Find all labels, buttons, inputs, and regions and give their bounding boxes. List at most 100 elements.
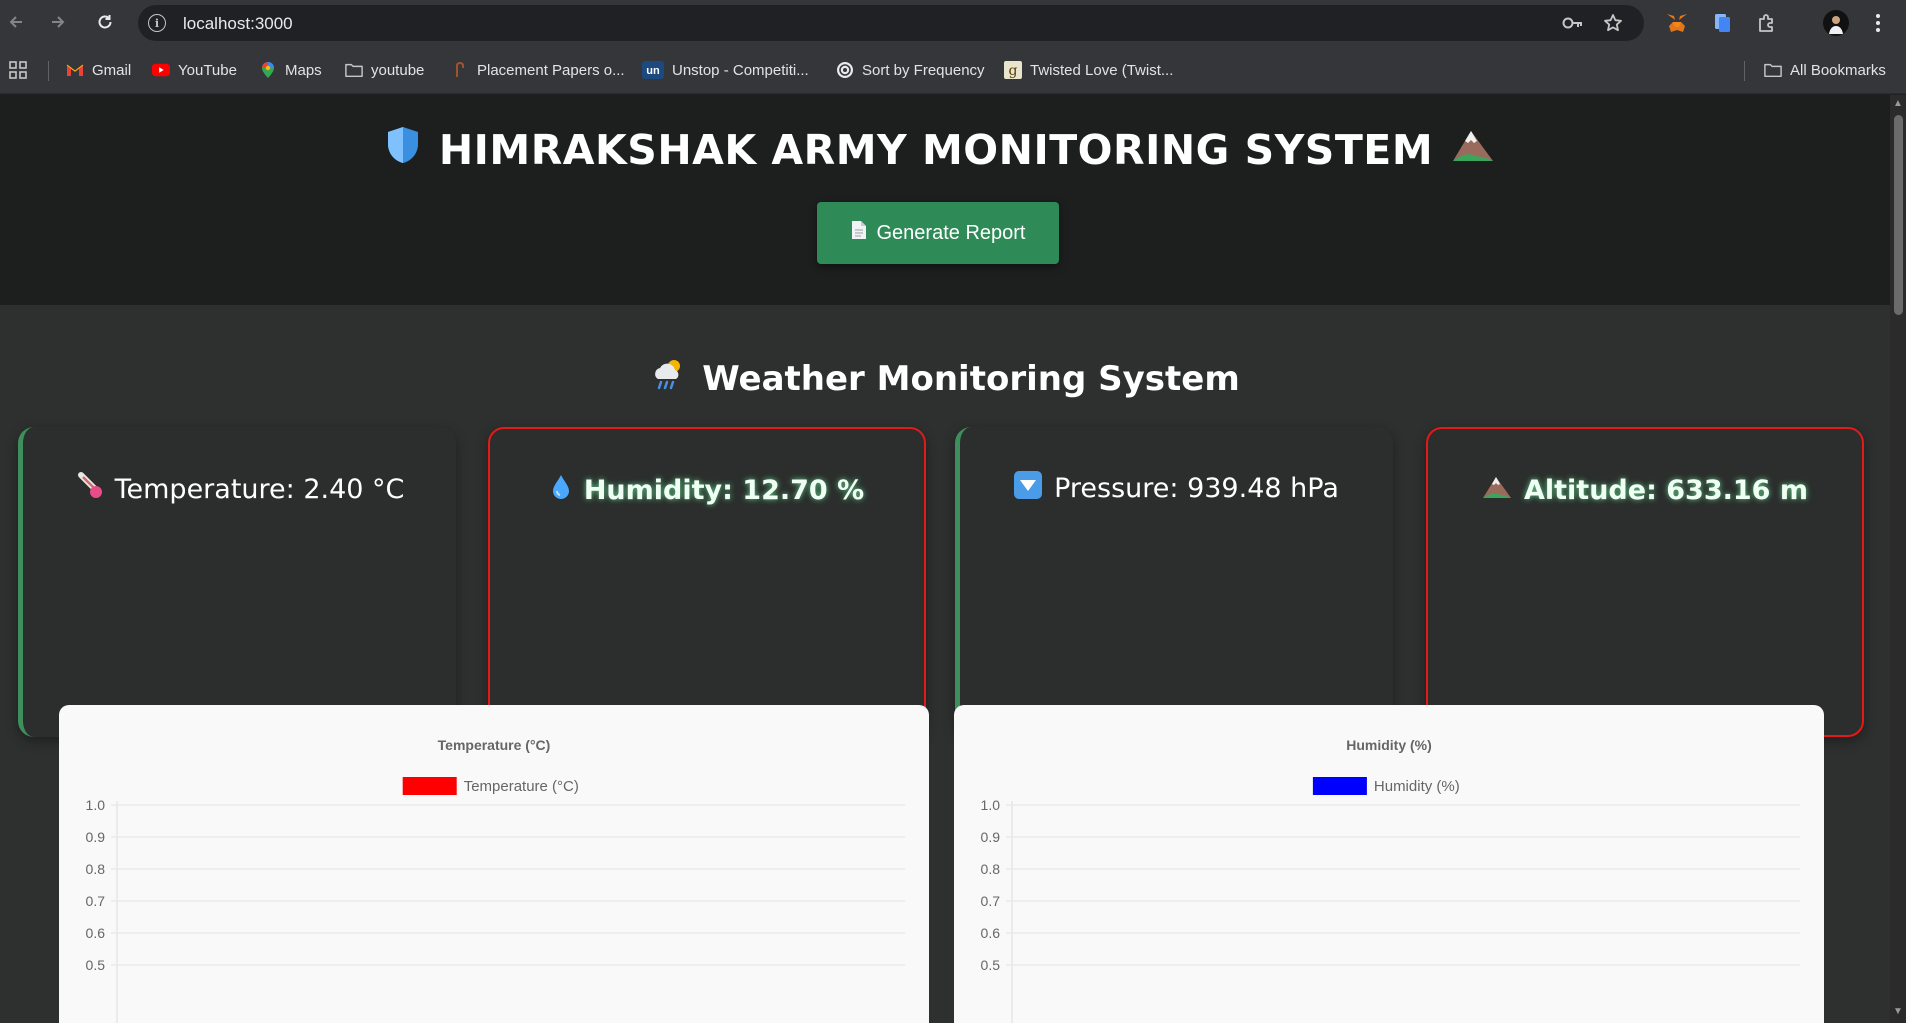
- droplet-icon: [550, 473, 572, 508]
- humidity-chart-svg: Humidity (%) Humidity (%) 1.0 0.9 0.8 0.7 0.6 0…: [981, 737, 1800, 1023]
- chart-title: Humidity (%): [1346, 737, 1432, 753]
- browser-menu-icon[interactable]: [1866, 11, 1890, 35]
- bookmark-twisted-love[interactable]: g Twisted Love (Twist...: [1004, 59, 1173, 81]
- bookmark-unstop[interactable]: un Unstop - Competiti...: [642, 59, 809, 81]
- forward-button[interactable]: [44, 8, 72, 36]
- bookmarks-divider: [1744, 61, 1745, 81]
- chart-title: Temperature (°C): [438, 737, 551, 753]
- section-title: Weather Monitoring System: [0, 357, 1890, 400]
- bookmark-star-icon[interactable]: [1602, 12, 1624, 34]
- legend-swatch: [1312, 777, 1367, 795]
- page-title-text: HIMRAKSHAK ARMY MONITORING SYSTEM: [438, 126, 1434, 174]
- unstop-icon: un: [642, 61, 664, 79]
- bookmark-sort-by-frequency[interactable]: Sort by Frequency: [836, 59, 985, 81]
- bookmarks-bar: Gmail YouTube Maps youtube Placement Pap…: [0, 46, 1906, 94]
- temperature-value: Temperature: 2.40 °C: [114, 474, 405, 505]
- humidity-value: Humidity: 12.70 %: [583, 475, 865, 506]
- pressure-reading: Pressure: 939.48 hPa: [960, 471, 1393, 506]
- altitude-reading: Altitude: 633.16 m: [1428, 473, 1862, 508]
- bookmark-label: Maps: [285, 61, 322, 79]
- humidity-chart: Humidity (%) Humidity (%) 1.0 0.9 0.8 0.7 0.6 0…: [954, 705, 1824, 1023]
- url-text[interactable]: localhost:3000: [183, 14, 293, 34]
- metamask-fox-icon[interactable]: [1665, 11, 1689, 35]
- bookmark-folder-youtube[interactable]: youtube: [345, 59, 424, 81]
- weather-section: Weather Monitoring System Temperature: 2…: [0, 305, 1890, 1023]
- back-button[interactable]: [2, 8, 30, 36]
- folder-icon: [1764, 61, 1782, 79]
- bookmark-label: Twisted Love (Twist...: [1030, 61, 1174, 79]
- back-arrow-icon: [9, 16, 22, 28]
- thermometer-icon: [75, 471, 103, 508]
- humidity-reading: Humidity: 12.70 %: [490, 473, 924, 508]
- svg-text:g: g: [1009, 63, 1018, 79]
- temperature-reading: Temperature: 2.40 °C: [23, 471, 456, 508]
- bookmark-label: Placement Papers o...: [477, 61, 625, 79]
- gmail-icon: [66, 61, 84, 79]
- site-info-icon[interactable]: i: [148, 14, 166, 32]
- forward-arrow-icon: [52, 16, 65, 28]
- scroll-up-icon[interactable]: ▲: [1893, 99, 1903, 109]
- generate-report-label: Generate Report: [876, 221, 1026, 244]
- bookmark-label: Sort by Frequency: [862, 61, 985, 79]
- y-tick-label: 0.5: [86, 957, 106, 973]
- y-tick-label: 0.5: [981, 957, 1001, 973]
- bookmark-label: Gmail: [92, 61, 132, 79]
- page-scrollbar[interactable]: ▲ ▼: [1890, 95, 1906, 1023]
- bookmark-label: Unstop - Competiti...: [672, 61, 809, 79]
- page-viewport: HIMRAKSHAK ARMY MONITORING SYSTEM Genera…: [0, 95, 1890, 1023]
- apps-grid-button[interactable]: [9, 59, 27, 81]
- legend-label: Temperature (°C): [464, 778, 579, 795]
- scroll-thumb[interactable]: [1894, 115, 1903, 315]
- y-tick-label: 0.9: [981, 829, 1001, 845]
- temperature-chart-svg: Temperature (°C) Temperature (°C) 1.0 0.9 0.…: [86, 737, 905, 1023]
- password-key-icon[interactable]: [1562, 12, 1584, 34]
- y-tick-label: 0.7: [86, 893, 106, 909]
- altitude-card: Altitude: 633.16 m: [1426, 427, 1864, 737]
- generate-report-button[interactable]: Generate Report: [817, 202, 1059, 264]
- temperature-chart: Temperature (°C) Temperature (°C) 1.0 0.9 0.…: [59, 705, 929, 1023]
- page-title: HIMRAKSHAK ARMY MONITORING SYSTEM: [0, 125, 1880, 175]
- browser-toolbar: i localhost:3000: [0, 0, 1906, 46]
- apps-grid-icon: [9, 61, 27, 79]
- bookmark-placement-papers[interactable]: Placement Papers o...: [451, 59, 625, 81]
- section-title-text: Weather Monitoring System: [702, 358, 1240, 399]
- y-tick-label: 0.6: [981, 925, 1001, 941]
- y-tick-label: 0.7: [981, 893, 1001, 909]
- bookmark-maps[interactable]: Maps: [259, 59, 322, 81]
- placement-papers-icon: [451, 61, 469, 79]
- reload-button[interactable]: [91, 8, 119, 36]
- google-docs-offline-icon[interactable]: [1710, 11, 1734, 35]
- reload-icon: [98, 15, 112, 29]
- shield-icon: [385, 125, 421, 175]
- app-header: HIMRAKSHAK ARMY MONITORING SYSTEM Genera…: [0, 95, 1890, 305]
- y-tick-label: 1.0: [86, 797, 106, 813]
- all-bookmarks-label: All Bookmarks: [1790, 61, 1886, 79]
- y-tick-label: 0.8: [86, 861, 106, 877]
- temperature-card: Temperature: 2.40 °C: [18, 427, 456, 737]
- down-arrow-icon: [1014, 471, 1043, 506]
- legend-swatch: [402, 777, 457, 795]
- document-icon: [851, 220, 867, 246]
- address-bar[interactable]: i localhost:3000: [138, 5, 1644, 41]
- all-bookmarks-button[interactable]: All Bookmarks: [1764, 59, 1886, 81]
- folder-icon: [345, 61, 363, 79]
- y-tick-label: 0.9: [86, 829, 106, 845]
- y-tick-label: 1.0: [981, 797, 1001, 813]
- bookmark-youtube[interactable]: YouTube: [152, 59, 237, 81]
- maps-icon: [259, 61, 277, 79]
- cloud-rain-icon: [650, 357, 688, 400]
- profile-avatar[interactable]: [1822, 9, 1850, 37]
- bookmark-gmail[interactable]: Gmail: [66, 59, 131, 81]
- extensions-puzzle-icon[interactable]: [1755, 11, 1779, 35]
- altitude-value: Altitude: 633.16 m: [1523, 475, 1808, 506]
- legend-label: Humidity (%): [1374, 778, 1460, 795]
- youtube-icon: [152, 61, 170, 79]
- pressure-value: Pressure: 939.48 hPa: [1054, 473, 1339, 504]
- y-tick-label: 0.6: [86, 925, 106, 941]
- bookmarks-divider: [48, 61, 49, 81]
- bookmark-label: YouTube: [178, 61, 237, 79]
- humidity-card: Humidity: 12.70 %: [488, 427, 926, 737]
- scroll-down-icon[interactable]: ▼: [1893, 1007, 1903, 1017]
- pressure-card: Pressure: 939.48 hPa: [955, 427, 1393, 737]
- goodreads-icon: g: [1004, 61, 1022, 79]
